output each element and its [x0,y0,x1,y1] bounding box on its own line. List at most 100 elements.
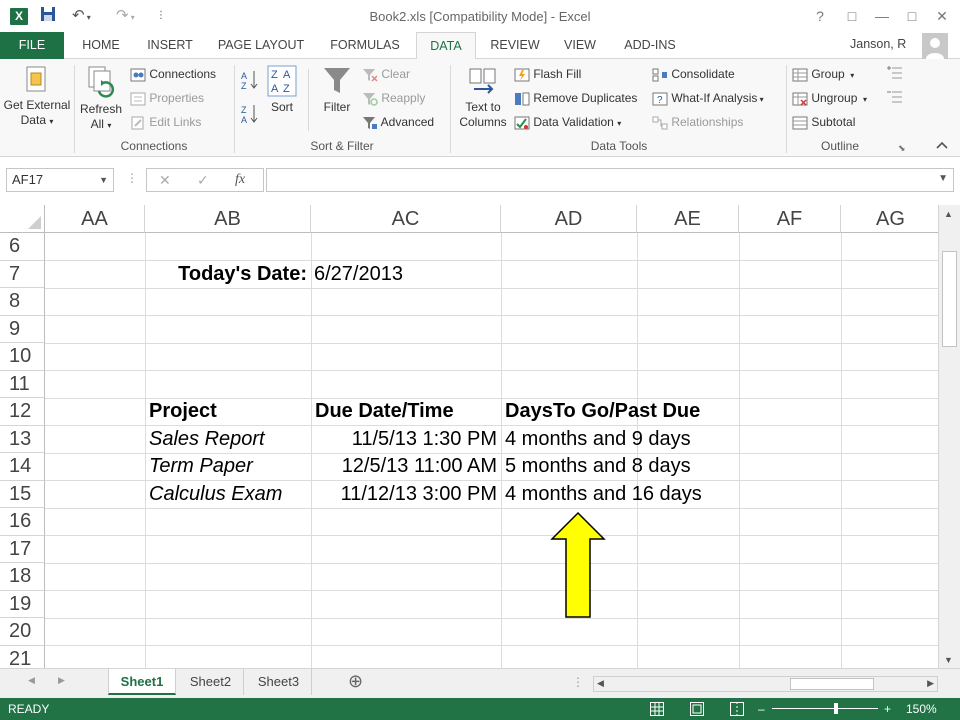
tab-insert[interactable]: INSERT [138,32,202,59]
insert-function-icon[interactable]: fx [235,172,245,188]
project-days[interactable]: 4 months and 9 days [505,426,691,453]
scroll-left-icon[interactable]: ◀ [597,678,604,689]
row-header-17[interactable]: 17 [0,535,45,563]
next-sheet-icon[interactable]: ▶ [58,675,65,686]
column-header-aa[interactable]: AA [45,205,145,233]
reapply-button[interactable]: Reapply [362,91,425,106]
connections-button[interactable]: Connections [130,67,216,82]
zoom-in-icon[interactable]: + [884,698,891,720]
data-validation-button[interactable]: Data Validation ▾ [514,115,621,131]
row-header-16[interactable]: 16 [0,508,45,536]
project-name[interactable]: Sales Report [149,426,265,453]
column-header-af[interactable]: AF [739,205,841,233]
project-name[interactable]: Calculus Exam [149,481,282,508]
help-button[interactable]: ? [806,5,834,27]
sheet-tab-sheet1[interactable]: Sheet1 [108,669,176,695]
zoom-out-icon[interactable]: – [758,698,765,720]
project-due[interactable]: 12/5/13 11:00 AM [311,453,497,480]
select-all-button[interactable] [0,205,45,233]
clear-button[interactable]: Clear [362,67,410,82]
vertical-scrollbar[interactable]: ▲ ▼ [938,205,960,668]
flash-fill-button[interactable]: Flash Fill [514,67,581,82]
avatar[interactable] [922,33,948,59]
user-name[interactable]: Janson, R [850,37,906,51]
worksheet-grid[interactable]: AA AB AC AD AE AF AG 6 7 8 9 10 11 12 13… [0,205,938,668]
row-header-9[interactable]: 9 [0,315,45,343]
page-break-preview-icon[interactable] [730,702,744,716]
sheet-tab-sheet2[interactable]: Sheet2 [178,669,244,695]
collapse-ribbon-button[interactable] [936,139,948,154]
group-button[interactable]: Group ▾ [792,67,854,83]
tab-data[interactable]: DATA [416,32,476,60]
what-if-analysis-button[interactable]: ? What-If Analysis ▾ [652,91,764,107]
remove-duplicates-button[interactable]: Remove Duplicates [514,91,637,106]
todays-date-label[interactable]: Today's Date: [145,261,309,288]
sort-button[interactable]: ZAAZ Sort [264,65,300,115]
row-header-14[interactable]: 14 [0,453,45,481]
consolidate-button[interactable]: Consolidate [652,67,735,82]
close-button[interactable]: ✕ [928,5,956,27]
header-project[interactable]: Project [149,398,217,425]
tab-formulas[interactable]: FORMULAS [320,32,410,59]
ribbon-display-options-button[interactable]: □ [838,5,866,27]
enter-icon[interactable]: ✓ [197,172,209,189]
show-detail-button[interactable] [886,65,904,85]
normal-view-icon[interactable] [650,702,664,716]
vertical-scroll-thumb[interactable] [942,251,957,347]
row-header-11[interactable]: 11 [0,370,45,398]
row-header-15[interactable]: 15 [0,480,45,508]
row-header-12[interactable]: 12 [0,398,45,426]
subtotal-button[interactable]: Subtotal [792,115,855,130]
outline-dialog-launcher[interactable]: ⬊ [898,141,906,156]
project-days[interactable]: 5 months and 8 days [505,453,691,480]
cancel-icon[interactable]: ✕ [159,172,171,189]
tab-add-ins[interactable]: ADD-INS [612,32,688,59]
row-header-20[interactable]: 20 [0,618,45,646]
new-sheet-icon[interactable]: ⊕ [348,671,363,692]
hide-detail-button[interactable] [886,89,904,109]
column-header-ad[interactable]: AD [501,205,637,233]
scroll-down-icon[interactable]: ▼ [944,655,953,665]
row-header-7[interactable]: 7 [0,260,45,288]
row-header-10[interactable]: 10 [0,343,45,371]
column-header-ab[interactable]: AB [145,205,311,233]
zoom-level[interactable]: 150% [906,698,937,720]
get-external-data-button[interactable]: Get External Data ▾ [2,65,72,129]
sort-ascending-button[interactable]: AZ [240,69,260,95]
tab-review[interactable]: REVIEW [484,32,546,59]
prev-sheet-icon[interactable]: ◀ [28,675,35,686]
minimize-button[interactable]: — [868,5,896,27]
row-header-19[interactable]: 19 [0,590,45,618]
page-layout-view-icon[interactable] [690,702,704,716]
edit-links-button[interactable]: Edit Links [130,115,201,130]
row-header-8[interactable]: 8 [0,288,45,316]
row-header-18[interactable]: 18 [0,563,45,591]
tab-page-layout[interactable]: PAGE LAYOUT [210,32,312,59]
horizontal-scroll-thumb[interactable] [790,678,874,690]
name-box[interactable]: AF17 ▼ [6,168,114,192]
tab-home[interactable]: HOME [70,32,132,59]
scroll-up-icon[interactable]: ▲ [944,209,953,219]
sort-descending-button[interactable]: ZA [240,103,260,129]
expand-formula-bar-icon[interactable]: ▼ [938,173,948,184]
tab-view[interactable]: VIEW [556,32,604,59]
row-header-6[interactable]: 6 [0,233,45,261]
column-header-ac[interactable]: AC [311,205,501,233]
row-header-21[interactable]: 21 [0,645,45,668]
scroll-right-icon[interactable]: ▶ [927,678,934,689]
row-header-13[interactable]: 13 [0,425,45,453]
refresh-all-button[interactable]: Refresh All ▾ [76,65,126,133]
zoom-slider[interactable] [772,708,878,709]
tab-file[interactable]: FILE [0,32,64,59]
maximize-button[interactable]: □ [898,5,926,27]
tab-split-grip[interactable]: ⋮ [572,675,584,689]
project-due[interactable]: 11/12/13 3:00 PM [311,481,497,508]
relationships-button[interactable]: Relationships [652,115,743,130]
header-days-to-go[interactable]: DaysTo Go/Past Due [505,398,700,425]
column-header-ae[interactable]: AE [637,205,739,233]
sheet-tab-sheet3[interactable]: Sheet3 [246,669,312,695]
ungroup-button[interactable]: Ungroup ▾ [792,91,867,107]
filter-button[interactable]: Filter [318,65,356,115]
properties-button[interactable]: Properties [130,91,204,106]
column-header-ag[interactable]: AG [841,205,938,233]
